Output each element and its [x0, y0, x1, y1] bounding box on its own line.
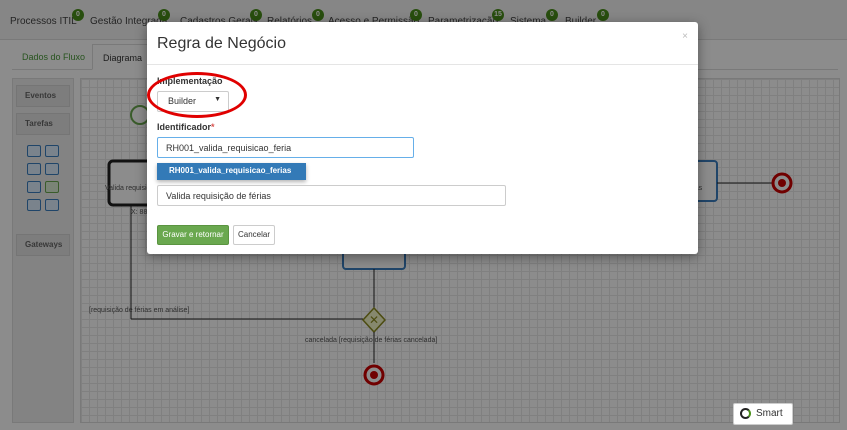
smart-button[interactable]: Smart [733, 403, 793, 425]
save-and-return-button[interactable]: Gravar e retornar [157, 225, 229, 245]
identifier-input[interactable]: RH001_valida_requisicao_feria [157, 137, 414, 158]
identifier-label: Identificador* [157, 122, 215, 132]
description-input[interactable]: Valida requisição de férias [157, 185, 506, 206]
smart-label: Smart [756, 408, 783, 419]
modal-title: Regra de Negócio [157, 35, 286, 52]
cancel-button[interactable]: Cancelar [233, 225, 275, 245]
modal-divider [147, 64, 698, 65]
highlight-annotation [147, 72, 247, 118]
autocomplete-suggestion[interactable]: RH001_valida_requisicao_ferias [157, 163, 306, 180]
smart-icon [740, 408, 751, 419]
required-asterisk: * [211, 122, 215, 132]
business-rule-modal: Regra de Negócio × Implementação Builder… [147, 22, 698, 254]
close-icon[interactable]: × [682, 31, 688, 42]
identifier-label-text: Identificador [157, 122, 212, 132]
